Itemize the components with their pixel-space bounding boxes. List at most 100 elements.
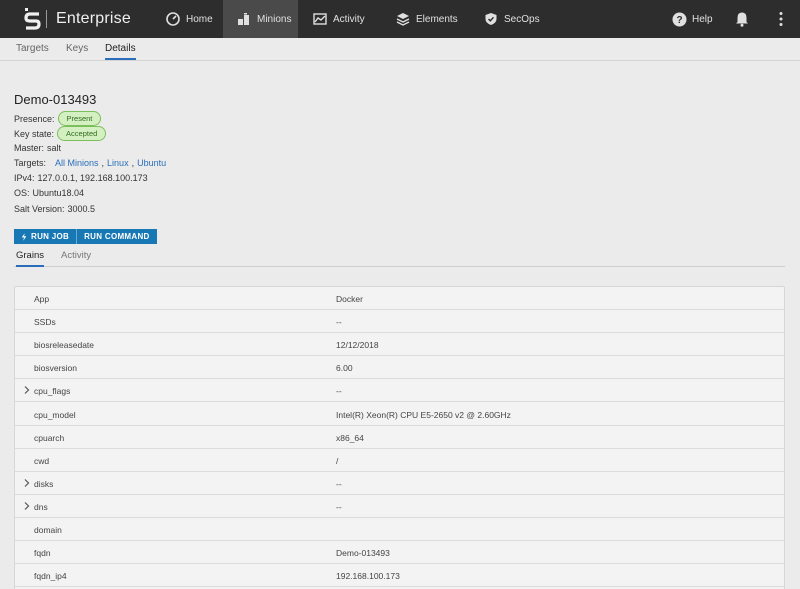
grain-row: biosversion 6.00	[15, 356, 784, 380]
grain-value: 192.168.100.173	[336, 571, 400, 582]
grain-row: SSDs --	[15, 310, 784, 334]
keystate-badge: Accepted	[57, 126, 107, 141]
master-row: Master: salt	[14, 143, 61, 153]
nav-activity[interactable]: Activity	[299, 0, 379, 38]
detail-tabs: Grains Activity	[14, 244, 785, 267]
os-value: Ubuntu18.04	[32, 188, 85, 198]
grain-key: dns	[34, 501, 48, 512]
os-row: OS: Ubuntu18.04	[14, 188, 84, 198]
keystate-row: Key state: Accepted	[14, 126, 107, 141]
grain-value: 12/12/2018	[336, 340, 379, 351]
target-link-linux[interactable]: Linux	[107, 158, 129, 168]
nav-minions[interactable]: Minions	[223, 0, 298, 38]
help-button[interactable]: ? Help	[664, 0, 721, 38]
nav-activity-label: Activity	[333, 13, 365, 25]
nav-home[interactable]: Home	[152, 0, 227, 38]
grain-value: Docker	[336, 294, 363, 304]
grain-value: 6.00	[336, 363, 353, 374]
nav-elements[interactable]: Elements	[382, 0, 472, 38]
targets-row: Targets: All Minions , Linux , Ubuntu	[14, 158, 167, 168]
grain-row: fqdn Demo-013493	[15, 541, 784, 565]
subtabs-bar: Targets Keys Details	[0, 38, 800, 61]
presence-badge: Present	[57, 111, 102, 126]
nav-elements-label: Elements	[416, 13, 458, 25]
salt-version-label: Salt Version:	[14, 204, 65, 214]
chevron-right-icon[interactable]	[23, 478, 31, 488]
grain-value: --	[336, 386, 342, 397]
chevron-right-icon[interactable]	[23, 385, 31, 395]
run-command-button[interactable]: RUN COMMAND	[76, 229, 157, 244]
grain-key: domain	[34, 525, 62, 535]
grain-row: fqdn_ip4 192.168.100.173	[15, 564, 784, 588]
grain-row[interactable]: cpu_flags --	[15, 379, 784, 403]
master-value: salt	[47, 143, 62, 153]
grain-key: SSDs	[34, 317, 56, 328]
grain-key: cpuarch	[34, 432, 65, 443]
targets-label: Targets:	[14, 158, 47, 168]
nav-secops[interactable]: SecOps	[470, 0, 554, 38]
tab-targets[interactable]: Targets	[16, 43, 49, 58]
help-label: Help	[692, 13, 713, 25]
grain-value: Intel(R) Xeon(R) CPU E5-2650 v2 @ 2.60GH…	[336, 409, 511, 420]
grain-row[interactable]: dns --	[15, 495, 784, 518]
presence-row: Presence: Present	[14, 111, 102, 126]
target-link-all-minions[interactable]: All Minions	[55, 158, 99, 168]
grain-row: cwd /	[15, 449, 784, 472]
grain-row[interactable]: disks --	[15, 472, 784, 495]
grains-table: App Docker SSDs -- biosreleasedate 12/12/2018…	[14, 286, 785, 589]
tab-activity[interactable]: Activity	[61, 250, 91, 265]
grain-key: App	[34, 294, 50, 304]
grain-value: Demo-013493	[336, 548, 390, 559]
run-job-button[interactable]: RUN JOB	[14, 229, 77, 244]
nav-home-label: Home	[186, 13, 213, 25]
brand-name: Enterprise	[56, 10, 131, 27]
grain-value: --	[336, 478, 342, 489]
grain-row: domain	[15, 518, 784, 541]
dashboard-icon	[166, 12, 180, 26]
help-icon: ?	[672, 12, 687, 26]
action-buttons: RUN JOB RUN COMMAND	[14, 229, 157, 244]
tab-details[interactable]: Details	[105, 43, 136, 60]
ipv4-row: IPv4: 127.0.0.1, 192.168.100.173	[14, 173, 148, 183]
run-job-label: RUN JOB	[31, 232, 70, 241]
layers-icon	[396, 13, 410, 26]
presence-label: Presence:	[14, 113, 55, 124]
grain-key: cpu_model	[34, 409, 76, 420]
tab-keys[interactable]: Keys	[66, 43, 88, 58]
bell-icon[interactable]	[734, 11, 750, 27]
nav-secops-label: SecOps	[504, 13, 540, 25]
grain-value: x86_64	[336, 432, 364, 443]
grain-key: disks	[34, 478, 54, 489]
target-link-ubuntu[interactable]: Ubuntu	[137, 158, 166, 168]
salt-version-value: 3000.5	[67, 204, 96, 214]
os-label: OS:	[14, 188, 30, 198]
shield-icon	[485, 13, 497, 25]
grain-key: fqdn_ip4	[34, 571, 67, 582]
top-nav-bar: Enterprise Home Minions Activity Element…	[0, 0, 800, 38]
salt-version-row: Salt Version: 3000.5	[14, 204, 95, 214]
tab-grains[interactable]: Grains	[16, 250, 44, 267]
grain-row: App Docker	[15, 287, 784, 310]
grain-value: --	[336, 317, 342, 328]
activity-icon	[313, 13, 327, 25]
grain-row: biosreleasedate 12/12/2018	[15, 333, 784, 357]
grain-key: biosversion	[34, 363, 77, 374]
svg-text:?: ?	[676, 15, 682, 26]
keystate-label: Key state:	[14, 128, 55, 139]
ipv4-value: 127.0.0.1, 192.168.100.173	[37, 173, 148, 183]
chevron-right-icon[interactable]	[23, 501, 31, 511]
grain-key: cpu_flags	[34, 386, 71, 397]
grain-key: fqdn	[34, 548, 51, 559]
master-label: Master:	[14, 143, 45, 153]
grain-row: cpu_model Intel(R) Xeon(R) CPU E5-2650 v2…	[15, 403, 784, 426]
grain-key: biosreleasedate	[34, 340, 95, 351]
minions-icon	[238, 13, 249, 25]
run-command-label: RUN COMMAND	[84, 232, 150, 241]
grain-value: --	[336, 501, 342, 512]
lightning-icon	[21, 232, 27, 241]
more-options-icon[interactable]	[774, 11, 788, 27]
salt-logo-icon[interactable]	[24, 8, 42, 30]
grain-row: cpuarch x86_64	[15, 426, 784, 449]
minion-title: Demo-013493	[14, 92, 97, 107]
nav-minions-label: Minions	[257, 13, 292, 25]
